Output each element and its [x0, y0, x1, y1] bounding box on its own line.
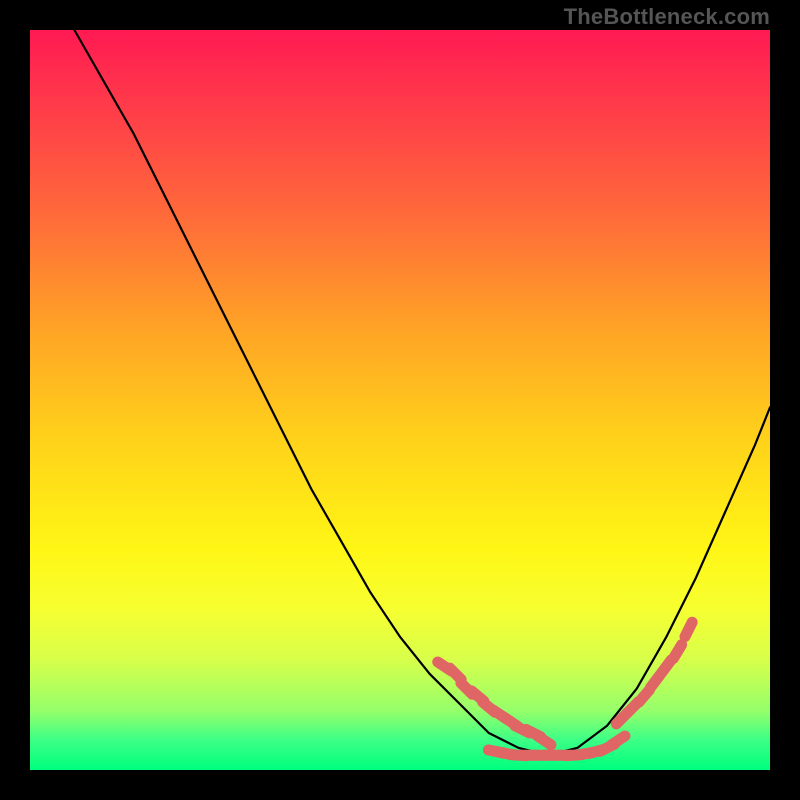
markers-left [438, 662, 551, 745]
frame: TheBottleneck.com [0, 0, 800, 800]
plot-area [30, 30, 770, 770]
markers-right [616, 622, 692, 724]
marker [612, 736, 625, 745]
markers-bottom [488, 736, 625, 756]
curve-path [74, 30, 770, 755]
main-curve [74, 30, 770, 755]
chart-svg [30, 30, 770, 770]
marker [538, 736, 551, 745]
marker [673, 645, 681, 659]
marker [685, 622, 692, 636]
watermark-text: TheBottleneck.com [564, 4, 770, 30]
